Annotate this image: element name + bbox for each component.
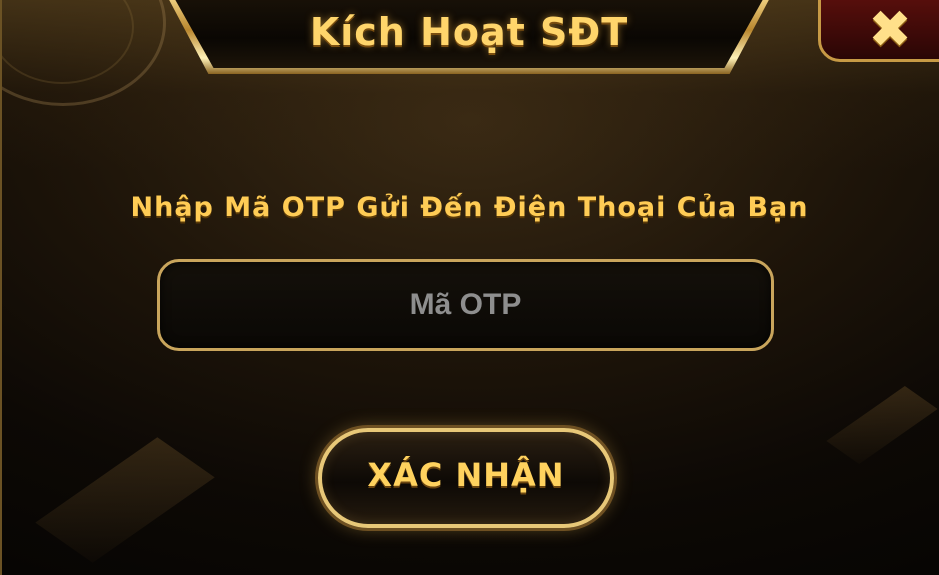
dialog-title: Kích Hoạt SĐT [309,10,629,54]
otp-instruction-label: Nhập Mã OTP Gửi Đến Điện Thoại Của Bạn [130,192,809,223]
otp-input[interactable] [157,259,774,351]
confirm-button[interactable] [318,428,614,528]
otp-activation-dialog: Kích Hoạt SĐT ✖ Nhập Mã OTP Gửi Đến Điện… [0,0,939,575]
close-icon[interactable]: ✖ [860,2,920,58]
